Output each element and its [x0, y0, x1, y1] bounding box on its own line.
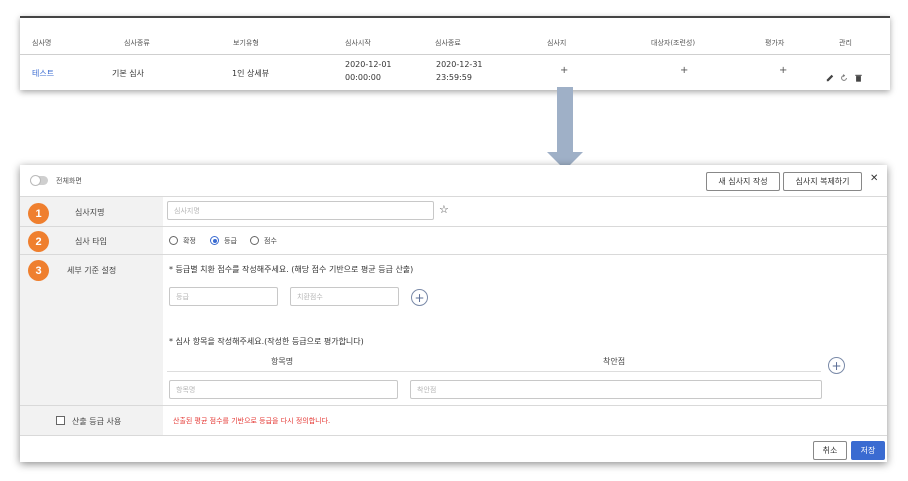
audit-start-time: 00:00:00 [345, 73, 381, 82]
cancel-button[interactable]: 취소 [813, 441, 847, 460]
fullscreen-toggle[interactable] [30, 175, 48, 186]
item-header-divider [167, 371, 821, 372]
grade-note: * 등급별 치환 점수를 작성해주세요. (해당 점수 기반으로 평균 등급 산… [169, 265, 414, 274]
radio-score-label: 점수 [264, 237, 277, 245]
audit-end-date: 2020-12-31 [436, 60, 483, 69]
header-type: 심사종류 [124, 39, 150, 47]
step-badge-1: 1 [28, 203, 49, 224]
sheet-name-input[interactable] [167, 201, 434, 220]
calc-grade-checkbox[interactable] [56, 416, 65, 425]
header-name: 심사명 [32, 39, 52, 47]
row-divider [20, 435, 887, 436]
sheet-name-label: 심사지명 [75, 208, 105, 217]
step-badge-2: 2 [28, 231, 49, 252]
header-divider [20, 54, 890, 55]
header-evaluator: 평가자 [765, 39, 785, 47]
add-sheet-button[interactable]: + [560, 65, 568, 76]
radio-confirm[interactable] [169, 236, 178, 245]
refresh-icon[interactable] [840, 67, 848, 86]
header-sheet: 심사지 [547, 39, 567, 47]
trash-icon[interactable] [855, 67, 862, 86]
fullscreen-label: 전체화면 [56, 177, 82, 185]
radio-score[interactable] [250, 236, 259, 245]
audit-view-type: 1인 상세뷰 [232, 69, 270, 78]
header-target: 대상자(조련성) [651, 39, 696, 47]
item-name-input[interactable] [169, 380, 398, 399]
header-view-type: 보기유형 [233, 39, 259, 47]
add-target-button[interactable]: + [680, 65, 688, 76]
close-icon[interactable]: ✕ [870, 173, 878, 184]
replace-score-input[interactable] [290, 287, 399, 306]
audit-start-date: 2020-12-01 [345, 60, 392, 69]
item-note: * 심사 항목을 작성해주세요.(작성한 등급으로 평가합니다) [169, 337, 364, 346]
step-badge-3: 3 [28, 260, 49, 281]
grade-input[interactable] [169, 287, 278, 306]
focus-header: 착안점 [603, 357, 626, 366]
radio-grade-label: 등급 [224, 237, 237, 245]
add-grade-button[interactable]: + [411, 289, 428, 306]
header-manage: 관리 [839, 39, 852, 47]
focus-input[interactable] [410, 380, 822, 399]
star-icon[interactable]: ☆ [439, 203, 449, 216]
header-end: 심사종료 [435, 39, 461, 47]
audit-list-panel: 심사명 심사종류 보기유형 심사시작 심사종료 심사지 대상자(조련성) 평가자… [20, 16, 890, 90]
radio-grade[interactable] [210, 236, 219, 245]
new-sheet-button[interactable]: 새 심사지 작성 [706, 172, 780, 191]
copy-sheet-button[interactable]: 심사지 복제하기 [783, 172, 862, 191]
calc-grade-note: 산출된 평균 점수를 기반으로 등급을 다시 정의합니다. [173, 417, 331, 425]
item-name-header: 항목명 [271, 357, 294, 366]
audit-end-time: 23:59:59 [436, 73, 472, 82]
pencil-icon[interactable] [826, 67, 834, 86]
add-item-button[interactable]: + [828, 357, 845, 374]
calc-grade-label: 산출 등급 사용 [72, 417, 122, 426]
radio-confirm-label: 확정 [183, 237, 196, 245]
down-arrow-shaft [557, 87, 573, 155]
header-start: 심사시작 [345, 39, 371, 47]
row-divider [20, 405, 887, 406]
row-divider [20, 254, 887, 255]
row-divider [20, 196, 887, 197]
add-evaluator-button[interactable]: + [779, 65, 787, 76]
detail-criteria-label: 세부 기준 설정 [67, 266, 117, 275]
audit-type-label: 심사 타입 [75, 237, 107, 246]
audit-type: 기본 심사 [112, 69, 144, 78]
save-button[interactable]: 저장 [851, 441, 885, 460]
audit-name-link[interactable]: 테스트 [32, 68, 54, 79]
row-divider [20, 226, 887, 227]
audit-sheet-modal: 전체화면 새 심사지 작성 심사지 복제하기 ✕ 1 심사지명 ☆ 2 심사 타… [20, 165, 887, 462]
